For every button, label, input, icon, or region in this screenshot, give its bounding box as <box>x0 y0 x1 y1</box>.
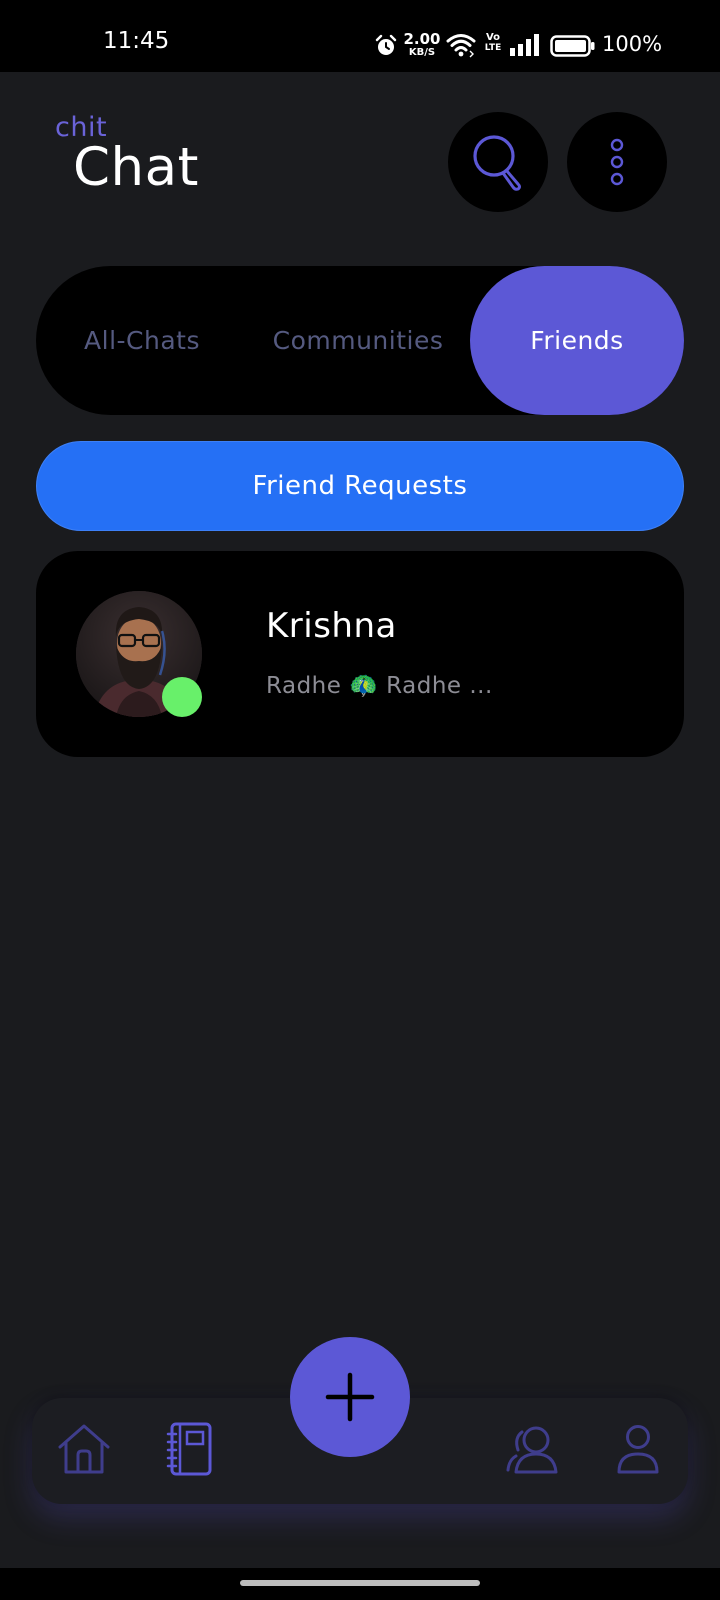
battery-icon <box>550 35 595 57</box>
friend-list-item[interactable]: Krishna Radhe 🦚 Radhe ... <box>36 551 684 757</box>
volte-indicator: Vo LTE <box>484 33 502 53</box>
network-speed: 2.00 KB/S <box>402 32 442 58</box>
contact-name: Krishna <box>266 606 397 646</box>
tab-communities[interactable]: Communities <box>252 266 464 415</box>
wifi-icon <box>446 34 476 58</box>
last-message-preview: Radhe 🦚 Radhe ... <box>266 673 493 699</box>
volte-top: Vo <box>485 32 501 43</box>
nav-profile-button[interactable] <box>610 1421 666 1477</box>
app-title: Chat <box>73 137 199 198</box>
tab-friends[interactable]: Friends <box>470 266 684 415</box>
more-vertical-icon <box>610 138 624 186</box>
nav-friends-button[interactable] <box>504 1421 560 1477</box>
status-time: 11:45 <box>103 28 170 54</box>
app-root: 11:45 2.00 KB/S Vo LTE 100% chit Chat Al… <box>0 0 720 1600</box>
alarm-icon <box>375 34 397 55</box>
search-icon <box>473 135 521 191</box>
chat-tabs: All-Chats Communities Friends <box>36 266 684 415</box>
friend-requests-button[interactable]: Friend Requests <box>36 441 684 531</box>
network-speed-unit: KB/S <box>408 47 436 58</box>
search-button[interactable] <box>448 112 548 212</box>
signal-icon <box>510 34 539 56</box>
notebook-icon <box>166 1422 212 1476</box>
status-bar: 11:45 2.00 KB/S Vo LTE 100% <box>0 0 720 72</box>
plus-icon <box>325 1372 375 1422</box>
nav-contacts-book-button[interactable] <box>162 1421 218 1477</box>
more-options-button[interactable] <box>567 112 667 212</box>
gesture-handle[interactable] <box>240 1580 480 1586</box>
tab-all-chats[interactable]: All-Chats <box>52 266 232 415</box>
people-icon <box>506 1426 558 1474</box>
online-status-indicator <box>162 677 202 717</box>
nav-home-button[interactable] <box>56 1421 112 1477</box>
status-icons: 2.00 KB/S Vo LTE 100% <box>374 30 674 60</box>
volte-bottom: LTE <box>484 43 502 53</box>
battery-percent: 100% <box>602 32 663 56</box>
home-icon <box>58 1424 110 1474</box>
network-speed-value: 2.00 <box>403 30 441 48</box>
new-chat-fab[interactable] <box>290 1337 410 1457</box>
profile-icon <box>617 1425 659 1474</box>
